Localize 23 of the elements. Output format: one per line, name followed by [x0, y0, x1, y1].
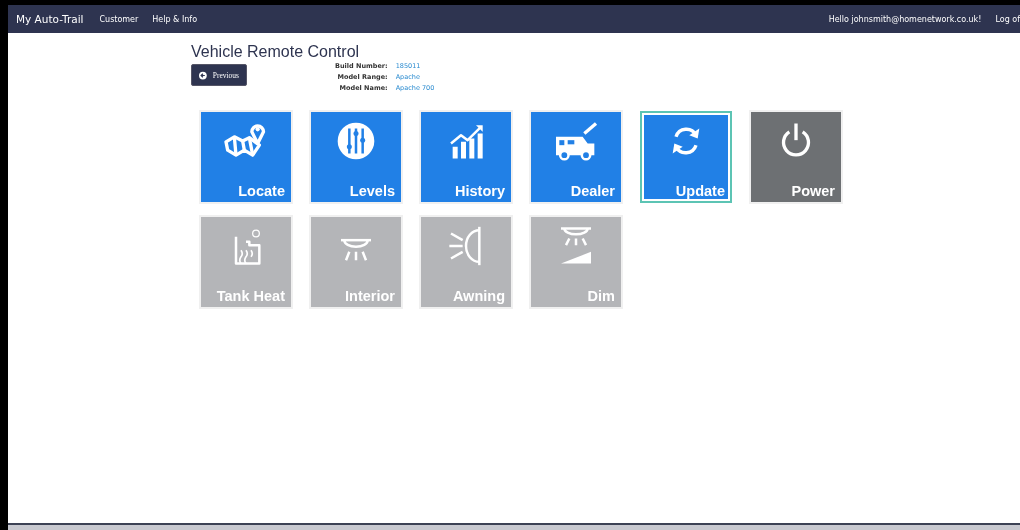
brand-link[interactable]: My Auto-Trail: [16, 13, 84, 25]
control-tile[interactable]: Dealer: [531, 112, 621, 202]
greeting-text: Hello johnsmith@homenetwork.co.uk!: [828, 14, 982, 24]
tile-label: Levels: [349, 183, 395, 199]
tile-label: Locate: [238, 183, 285, 199]
tile-label: Interior: [345, 288, 395, 304]
logoff-link[interactable]: Log of: [995, 14, 1020, 24]
nav-link[interactable]: Help & Info: [152, 14, 198, 24]
control-tile[interactable]: Update: [641, 112, 731, 202]
tile-label: Power: [791, 183, 835, 199]
tile-label: Dealer: [570, 183, 615, 199]
tile-label: History: [455, 183, 505, 199]
control-tile[interactable]: Levels: [311, 112, 401, 202]
nav-link[interactable]: Customer: [99, 14, 139, 24]
tile-label: Dim: [587, 288, 615, 304]
control-tile[interactable]: History: [421, 112, 511, 202]
arrow-left-icon: [199, 70, 207, 80]
page-title: Vehicle Remote Control: [191, 43, 361, 61]
control-tile[interactable]: Power: [751, 112, 841, 202]
tile-label: Tank Heat: [216, 288, 285, 304]
tile-label: Awning: [452, 288, 505, 304]
tile-label: Update: [675, 183, 725, 199]
control-tile[interactable]: Locate: [201, 112, 291, 202]
